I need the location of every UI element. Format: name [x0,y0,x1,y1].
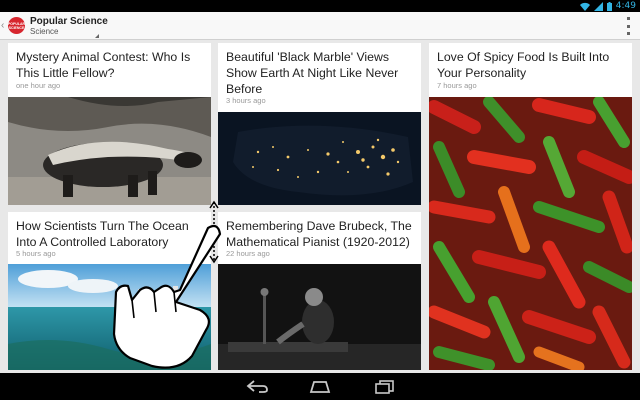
article-time: 5 hours ago [16,249,56,258]
article-card[interactable]: Beautiful 'Black Marble' Views Show Eart… [218,43,421,205]
navigation-bar [0,373,640,400]
overflow-menu-icon[interactable] [626,17,630,35]
section-spinner[interactable]: Popular Science Science [30,16,108,36]
status-bar: 4:49 [0,0,640,12]
article-card[interactable]: How Scientists Turn The Ocean Into A Con… [8,212,211,370]
article-card[interactable]: Mystery Animal Contest: Who Is This Litt… [8,43,211,205]
article-card[interactable]: Remembering Dave Brubeck, The Mathematic… [218,212,421,370]
dropdown-arrow-icon[interactable] [95,34,99,38]
article-title: Beautiful 'Black Marble' Views Show Eart… [226,50,399,96]
home-icon[interactable] [308,379,332,394]
article-card[interactable]: Love Of Spicy Food Is Built Into Your Pe… [429,43,632,370]
wifi-icon [579,2,590,11]
pianist-photo [218,264,421,370]
back-icon[interactable] [245,379,269,394]
article-time: 22 hours ago [226,249,270,258]
article-time: one hour ago [16,81,61,90]
article-title: Remembering Dave Brubeck, The Mathematic… [226,219,412,249]
up-caret-icon[interactable]: ‹ [1,20,7,31]
chili-peppers-photo [429,97,632,370]
app-title: Popular Science [30,15,108,27]
article-time: 7 hours ago [437,81,477,90]
article-title: Love Of Spicy Food Is Built Into Your Pe… [437,50,610,80]
recent-apps-icon[interactable] [372,379,396,394]
article-title: How Scientists Turn The Ocean Into A Con… [16,219,189,249]
clock: 4:49 [615,1,636,11]
ocean-laboratory-photo [8,264,211,370]
app-logo-icon[interactable]: POPULAR SCIENCE [8,17,25,34]
battery-icon [606,1,612,11]
logo-text: POPULAR SCIENCE [7,21,26,30]
honey-badger-photo [8,97,211,205]
article-title: Mystery Animal Contest: Who Is This Litt… [16,50,191,80]
earth-at-night-photo [218,112,421,205]
signal-icon [593,1,603,11]
article-time: 3 hours ago [226,96,266,105]
status-icons: 4:49 [579,0,636,12]
